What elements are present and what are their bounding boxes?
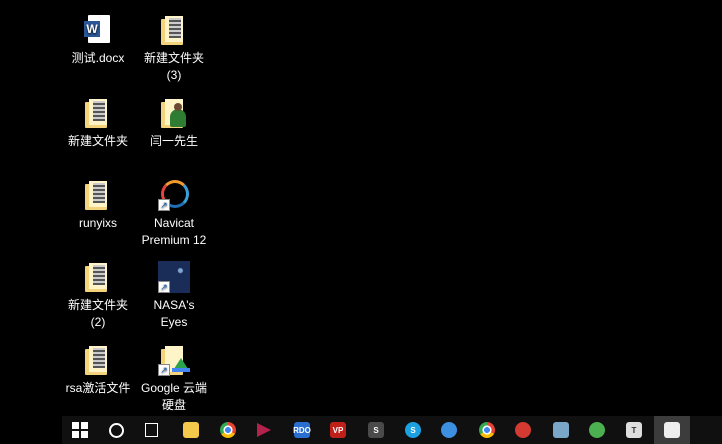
taskbar-icon-text: VP bbox=[332, 425, 344, 435]
folder-icon bbox=[82, 261, 114, 293]
desktop-icon-label: Google 云端 bbox=[140, 381, 208, 395]
taskbar-cortana-button[interactable] bbox=[98, 416, 134, 444]
desktop-icon-label: Premium 12 bbox=[141, 233, 207, 247]
taskbar-icon-text: S bbox=[410, 425, 416, 435]
taskbar: RDO VP S S T bbox=[62, 416, 722, 444]
desktop-icon-label: (2) bbox=[90, 315, 106, 329]
circle-icon bbox=[108, 422, 124, 438]
desktop-icon-folder-1[interactable]: 新建文件夹 bbox=[60, 97, 136, 150]
google-drive-icon: ↗ bbox=[158, 344, 190, 376]
skype-icon: S bbox=[405, 422, 421, 438]
taskbar-skype-button[interactable]: S bbox=[395, 416, 431, 444]
taskbar-icon-text: RDO bbox=[293, 425, 311, 435]
desktop-icon-google-drive[interactable]: ↗ Google 云端 硬盘 bbox=[136, 344, 212, 414]
desktop-icon-label: 闫一先生 bbox=[149, 134, 198, 148]
taskbar-vpn-app-button[interactable]: VP bbox=[320, 416, 356, 444]
taskbar-remote-desktop-button[interactable] bbox=[654, 416, 690, 444]
folder-icon bbox=[82, 344, 114, 376]
taskbar-chrome-2-button[interactable] bbox=[469, 416, 505, 444]
desktop-icon-label: Navicat bbox=[153, 216, 194, 230]
taskbar-file-explorer-button[interactable] bbox=[173, 416, 209, 444]
taskbar-paper-plane-app-button[interactable] bbox=[246, 416, 282, 444]
taskbar-rdo-button[interactable]: RDO bbox=[284, 416, 320, 444]
wechat-icon bbox=[589, 422, 605, 438]
desktop-icon-label: runyixs bbox=[78, 216, 117, 230]
rdo-icon: RDO bbox=[293, 422, 311, 438]
desktop-icon-label: 测试.docx bbox=[71, 51, 125, 65]
taskbar-monitor-app-button[interactable] bbox=[543, 416, 579, 444]
display-icon bbox=[664, 422, 680, 438]
taskbar-start-button[interactable] bbox=[62, 416, 98, 444]
user-folder-icon bbox=[158, 97, 190, 129]
chrome-icon bbox=[479, 422, 495, 438]
paper-plane-icon bbox=[257, 423, 271, 437]
desktop-icon-label: NASA's bbox=[153, 298, 195, 312]
desktop-icon-label: 新建文件夹 bbox=[67, 298, 128, 312]
desktop-icon-label: rsa激活文件 bbox=[65, 381, 131, 395]
bird-icon bbox=[441, 422, 457, 438]
taskbar-netease-music-button[interactable] bbox=[505, 416, 541, 444]
taskbar-typora-button[interactable]: T bbox=[616, 416, 652, 444]
desktop-icon-nasa-eyes[interactable]: ↗ NASA's Eyes bbox=[136, 261, 212, 331]
sublime-icon: S bbox=[368, 422, 384, 438]
desktop-icon-word-doc[interactable]: 测试.docx bbox=[60, 14, 136, 67]
taskbar-wechat-button[interactable] bbox=[579, 416, 615, 444]
taskbar-feishu-app-button[interactable] bbox=[431, 416, 467, 444]
desktop-icon-navicat[interactable]: ↗ Navicat Premium 12 bbox=[136, 179, 212, 249]
folder-icon bbox=[158, 14, 190, 46]
desktop-icon-rsa-file[interactable]: rsa激活文件 bbox=[60, 344, 136, 397]
windows-icon bbox=[72, 422, 88, 438]
desktop-icon-folder-2[interactable]: 新建文件夹 (2) bbox=[60, 261, 136, 331]
taskbar-icon-text: T bbox=[631, 425, 637, 435]
task-view-icon bbox=[144, 423, 158, 437]
desktop-icon-folder-3[interactable]: 新建文件夹 (3) bbox=[136, 14, 212, 84]
vpn-icon: VP bbox=[330, 422, 346, 438]
music-icon bbox=[515, 422, 531, 438]
desktop-icon-label: 硬盘 bbox=[161, 398, 186, 412]
word-icon bbox=[82, 14, 114, 46]
folder-icon bbox=[82, 97, 114, 129]
typora-icon: T bbox=[626, 422, 642, 438]
navicat-icon: ↗ bbox=[158, 179, 190, 211]
desktop-icon-user-folder[interactable]: 闫一先生 bbox=[136, 97, 212, 150]
desktop-icon-runyixs[interactable]: runyixs bbox=[60, 179, 136, 232]
folder-icon bbox=[183, 422, 199, 438]
desktop-icon-label: 新建文件夹 bbox=[143, 51, 204, 65]
chrome-icon bbox=[220, 422, 236, 438]
folder-icon bbox=[82, 179, 114, 211]
taskbar-chrome-button[interactable] bbox=[210, 416, 246, 444]
taskbar-task-view-button[interactable] bbox=[133, 416, 169, 444]
taskbar-sublime-button[interactable]: S bbox=[358, 416, 394, 444]
nasa-eyes-icon: ↗ bbox=[158, 261, 190, 293]
desktop-icon-label: 新建文件夹 bbox=[67, 134, 128, 148]
desktop-icon-label: (3) bbox=[166, 68, 182, 82]
desktop-icon-label: Eyes bbox=[160, 315, 188, 329]
taskbar-icon-text: S bbox=[373, 425, 379, 435]
monitor-icon bbox=[553, 422, 569, 438]
